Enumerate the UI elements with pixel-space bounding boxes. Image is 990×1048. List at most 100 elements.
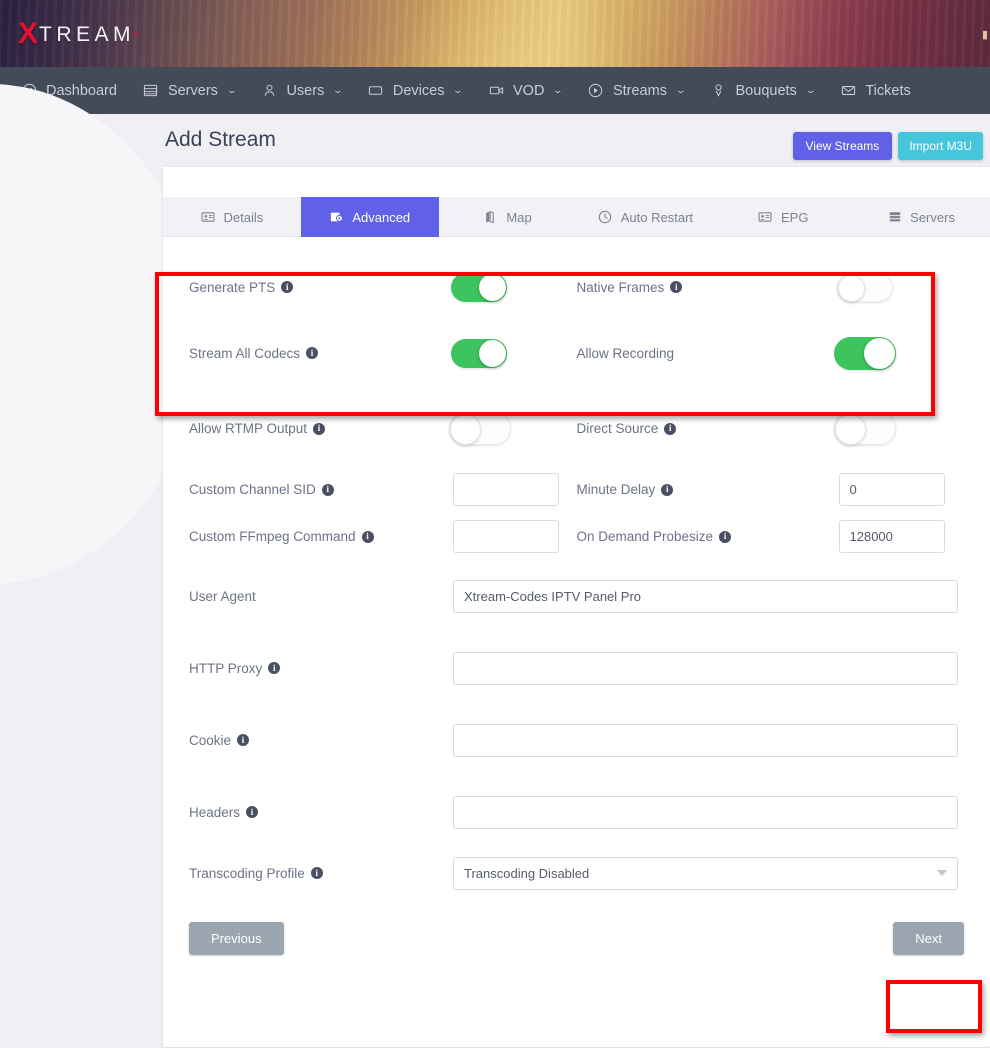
label-minute-delay: Minute Delay i bbox=[577, 482, 839, 497]
label-text: Custom FFmpeg Command bbox=[189, 529, 356, 544]
form-row-stream-all-codecs: Stream All Codecs i Allow Recording bbox=[189, 315, 964, 391]
info-icon[interactable]: i bbox=[237, 734, 249, 746]
nav-label-vod: VOD bbox=[513, 83, 544, 99]
chevron-down-icon: ⌄ bbox=[226, 85, 237, 96]
view-streams-button[interactable]: View Streams bbox=[793, 132, 893, 160]
nav-label-bouquets: Bouquets bbox=[736, 83, 797, 99]
form-tabs: Details Advanced Map Auto Restart bbox=[163, 197, 990, 237]
label-generate-pts: Generate PTS i bbox=[189, 280, 451, 295]
tab-details[interactable]: Details bbox=[163, 197, 301, 237]
nav-item-bouquets[interactable]: Bouquets ⌄ bbox=[698, 67, 828, 114]
toggle-native-frames[interactable] bbox=[837, 273, 893, 302]
input-headers[interactable] bbox=[453, 796, 958, 829]
nav-item-vod[interactable]: VOD ⌄ bbox=[475, 67, 575, 114]
form-row-user-agent: User Agent bbox=[189, 560, 964, 632]
label-text: Stream All Codecs bbox=[189, 346, 300, 361]
tab-label-details: Details bbox=[224, 210, 264, 225]
tab-epg[interactable]: EPG bbox=[714, 197, 852, 237]
label-text: On Demand Probesize bbox=[577, 529, 714, 544]
nav-label-users: Users bbox=[286, 83, 324, 99]
toggle-knob bbox=[450, 414, 481, 445]
label-transcoding-profile: Transcoding Profile i bbox=[189, 866, 453, 881]
info-icon[interactable]: i bbox=[661, 484, 673, 496]
label-text: Cookie bbox=[189, 733, 231, 748]
info-icon[interactable]: i bbox=[306, 347, 318, 359]
tab-auto-restart[interactable]: Auto Restart bbox=[576, 197, 714, 237]
info-icon[interactable]: i bbox=[246, 806, 258, 818]
info-icon[interactable]: i bbox=[313, 423, 325, 435]
toggle-knob bbox=[864, 338, 895, 369]
server-icon bbox=[143, 83, 159, 99]
label-stream-all-codecs: Stream All Codecs i bbox=[189, 346, 451, 361]
toggle-stream-all-codecs[interactable] bbox=[451, 339, 507, 368]
main-content: Add Stream View Streams Import M3U Detai… bbox=[163, 114, 990, 1047]
form-row-transcoding-profile: Transcoding Profile i Transcoding Disabl… bbox=[189, 848, 964, 898]
toggle-allow-rtmp-output[interactable] bbox=[449, 412, 511, 445]
chevron-down-icon: ⌄ bbox=[453, 85, 464, 96]
label-text: Direct Source bbox=[577, 421, 659, 436]
input-http-proxy[interactable] bbox=[453, 652, 958, 685]
nav-item-streams[interactable]: Streams ⌄ bbox=[575, 67, 698, 114]
server-icon bbox=[887, 210, 902, 225]
previous-button[interactable]: Previous bbox=[189, 922, 284, 955]
nav-item-users[interactable]: Users ⌄ bbox=[248, 67, 354, 114]
label-cookie: Cookie i bbox=[189, 733, 453, 748]
logo-registered-mark: ® bbox=[133, 30, 139, 39]
info-icon[interactable]: i bbox=[664, 423, 676, 435]
label-native-frames: Native Frames i bbox=[577, 280, 837, 295]
nav-item-servers[interactable]: Servers ⌄ bbox=[130, 67, 249, 114]
input-cookie[interactable] bbox=[453, 724, 958, 757]
info-icon[interactable]: i bbox=[268, 662, 280, 674]
tab-advanced[interactable]: Advanced bbox=[301, 197, 439, 237]
tab-servers[interactable]: Servers bbox=[852, 197, 990, 237]
field-custom-ffmpeg-command: Custom FFmpeg Command i bbox=[189, 520, 577, 553]
nav-item-tickets[interactable]: Tickets bbox=[827, 67, 923, 114]
bouquet-icon bbox=[711, 83, 727, 99]
next-button[interactable]: Next bbox=[893, 922, 964, 955]
toggle-knob bbox=[838, 275, 865, 302]
label-on-demand-probesize: On Demand Probesize i bbox=[577, 529, 839, 544]
field-generate-pts: Generate PTS i bbox=[189, 273, 577, 302]
label-custom-channel-sid: Custom Channel SID i bbox=[189, 482, 453, 497]
main-navigation: Dashboard Servers ⌄ Users ⌄ Devices ⌄ VO… bbox=[0, 67, 990, 114]
tab-map[interactable]: Map bbox=[439, 197, 577, 237]
label-text: User Agent bbox=[189, 589, 256, 604]
form-row-allow-rtmp: Allow RTMP Output i Direct Source i bbox=[189, 391, 964, 466]
info-icon[interactable]: i bbox=[311, 867, 323, 879]
advanced-form: Generate PTS i Native Frames i bbox=[163, 237, 990, 898]
page-header-actions: View Streams Import M3U bbox=[793, 132, 984, 160]
info-icon[interactable]: i bbox=[322, 484, 334, 496]
toggle-generate-pts[interactable] bbox=[451, 273, 507, 302]
tab-label-advanced: Advanced bbox=[352, 210, 410, 225]
field-custom-channel-sid: Custom Channel SID i bbox=[189, 473, 577, 506]
label-text: Headers bbox=[189, 805, 240, 820]
toggle-direct-source[interactable] bbox=[834, 412, 896, 445]
chevron-down-icon: ⌄ bbox=[805, 85, 816, 96]
select-transcoding-profile[interactable]: Transcoding Disabled bbox=[453, 857, 958, 890]
label-text: Transcoding Profile bbox=[189, 866, 305, 881]
info-icon[interactable]: i bbox=[362, 531, 374, 543]
banner-corner-icon: ▮ bbox=[982, 28, 988, 41]
video-icon bbox=[488, 83, 504, 99]
label-allow-rtmp-output: Allow RTMP Output i bbox=[189, 421, 451, 436]
xtream-logo[interactable]: X TREAM ® bbox=[18, 19, 139, 49]
field-stream-all-codecs: Stream All Codecs i bbox=[189, 339, 577, 368]
toggle-allow-recording[interactable] bbox=[834, 337, 896, 370]
info-icon[interactable]: i bbox=[670, 281, 682, 293]
chevron-down-icon: ⌄ bbox=[675, 85, 686, 96]
chevron-down-icon bbox=[937, 870, 947, 876]
input-minute-delay[interactable] bbox=[839, 473, 945, 506]
input-custom-channel-sid[interactable] bbox=[453, 473, 559, 506]
input-user-agent[interactable] bbox=[453, 580, 958, 613]
nav-item-devices[interactable]: Devices ⌄ bbox=[355, 67, 475, 114]
label-headers: Headers i bbox=[189, 805, 453, 820]
envelope-icon bbox=[840, 83, 856, 99]
label-text: Allow Recording bbox=[577, 346, 675, 361]
user-icon bbox=[261, 83, 277, 99]
info-icon[interactable]: i bbox=[281, 281, 293, 293]
input-on-demand-probesize[interactable] bbox=[839, 520, 945, 553]
import-m3u-button[interactable]: Import M3U bbox=[898, 132, 983, 160]
card-top-strip bbox=[163, 167, 990, 197]
info-icon[interactable]: i bbox=[719, 531, 731, 543]
input-custom-ffmpeg-command[interactable] bbox=[453, 520, 559, 553]
